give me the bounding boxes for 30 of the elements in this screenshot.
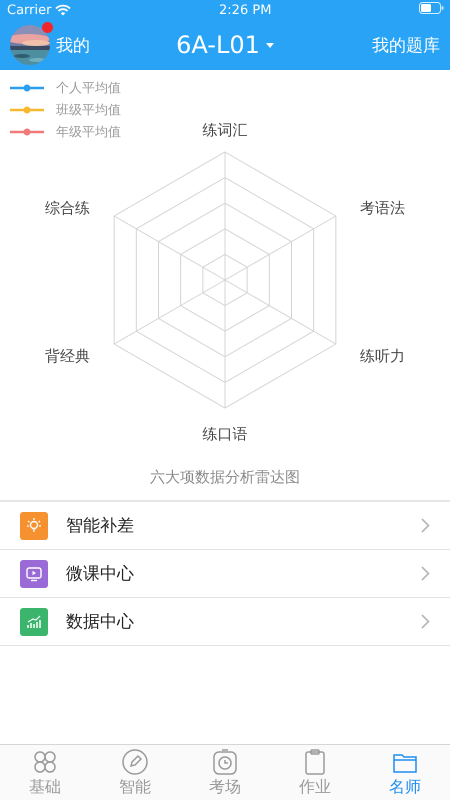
axis-label: 背经典 bbox=[45, 347, 90, 365]
wifi-icon bbox=[55, 4, 72, 16]
legend-label: 个人平均值 bbox=[56, 80, 121, 97]
question-bank-link[interactable]: 我的题库 bbox=[372, 34, 440, 56]
class-dropdown[interactable]: 6A-L01 bbox=[176, 31, 274, 59]
axis-label: 练口语 bbox=[202, 425, 248, 443]
caret-icon bbox=[266, 42, 274, 48]
pencil-icon bbox=[120, 747, 150, 777]
battery-icon bbox=[418, 2, 444, 14]
menu-item[interactable]: 微课中心 bbox=[0, 550, 450, 598]
tab[interactable]: 作业 bbox=[270, 745, 360, 800]
chevron-right-icon bbox=[421, 614, 430, 629]
axis-label: 综合练 bbox=[45, 199, 90, 217]
tab[interactable]: 名师 bbox=[360, 745, 450, 800]
axis-label: 练听力 bbox=[360, 347, 405, 365]
chevron-right-icon bbox=[421, 518, 430, 533]
carrier-label: Carrier bbox=[7, 2, 52, 18]
tab[interactable]: 考场 bbox=[180, 745, 270, 800]
profile-label[interactable]: 我的 bbox=[56, 34, 90, 56]
axis-label: 练词汇 bbox=[202, 121, 248, 139]
legend-label: 班级平均值 bbox=[56, 102, 121, 119]
menu-item[interactable]: 数据中心 bbox=[0, 598, 450, 646]
chevron-right-icon bbox=[421, 566, 430, 581]
status-time: 2:26 PM bbox=[219, 2, 272, 18]
tab[interactable]: 基础 bbox=[0, 745, 90, 800]
legend-label: 年级平均值 bbox=[56, 124, 121, 141]
tab[interactable]: 智能 bbox=[90, 745, 180, 800]
chart-caption: 六大项数据分析雷达图 bbox=[150, 467, 300, 488]
menu-item[interactable]: 智能补差 bbox=[0, 502, 450, 550]
axis-label: 考语法 bbox=[360, 199, 405, 217]
